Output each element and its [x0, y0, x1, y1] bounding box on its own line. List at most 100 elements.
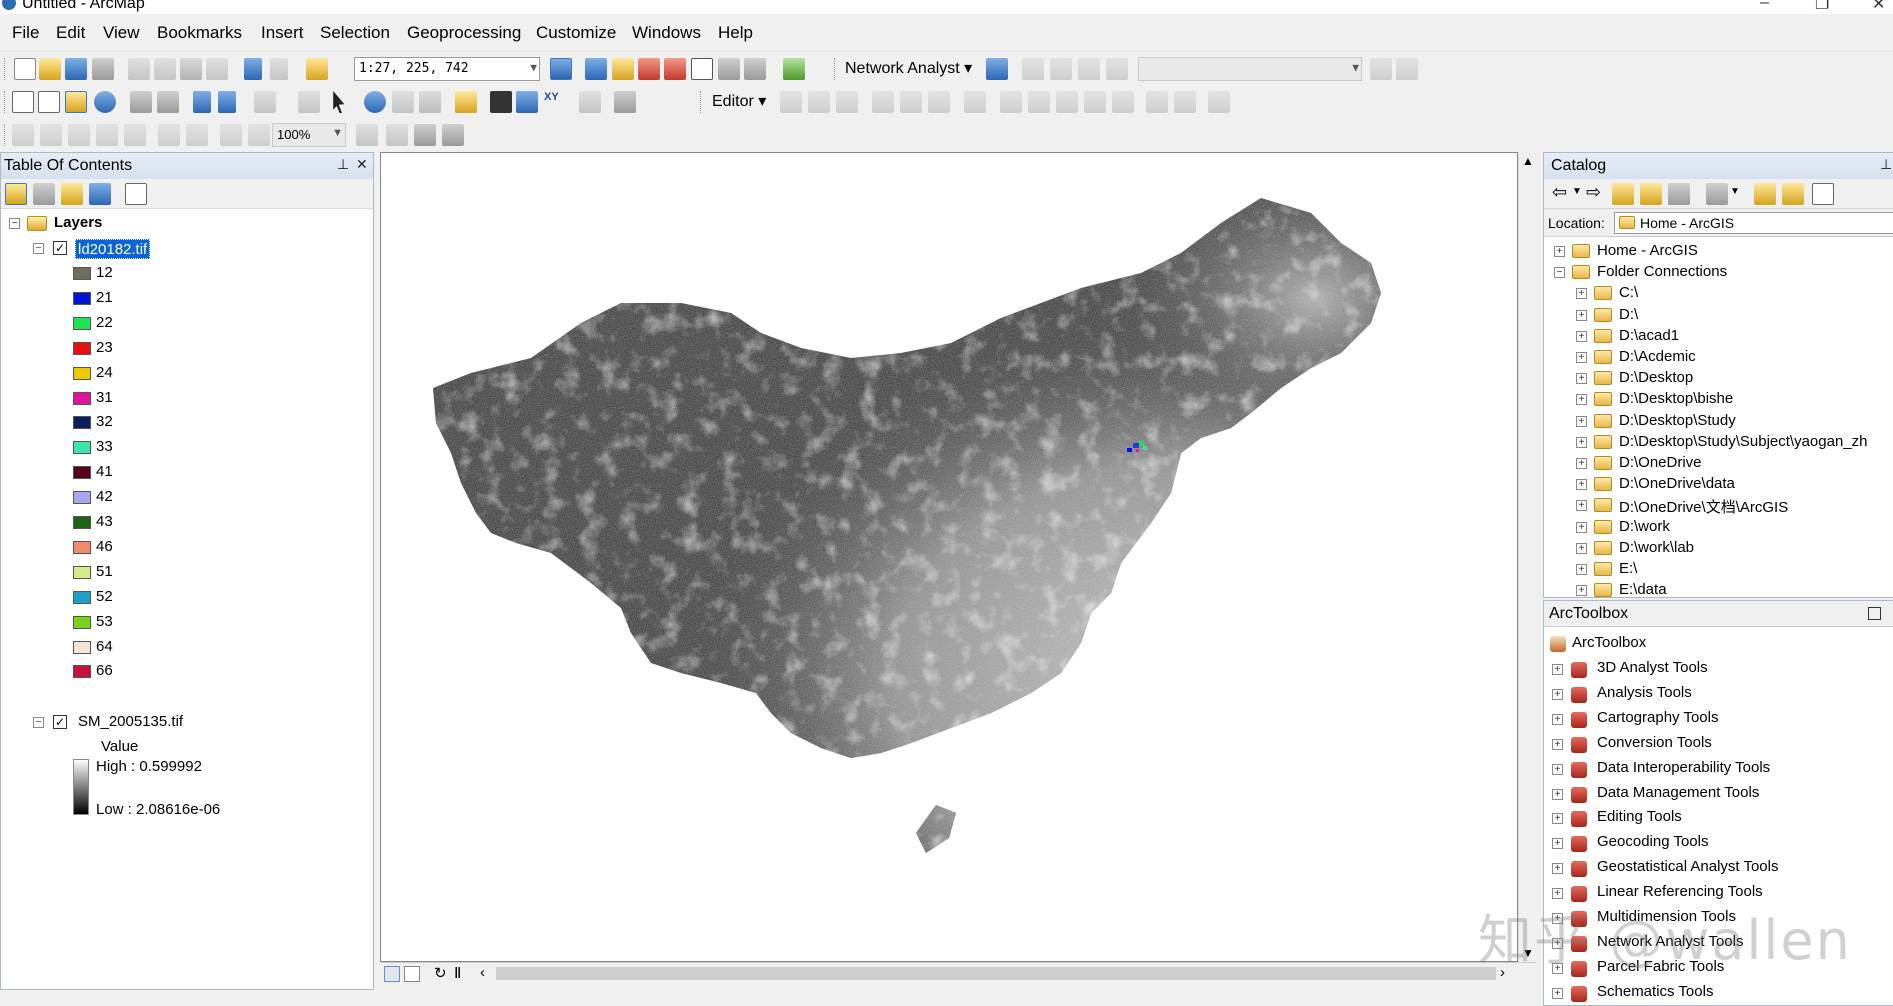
expand-icon[interactable]: +: [1576, 352, 1587, 363]
arctoolbox-root[interactable]: ArcToolbox: [1572, 634, 1646, 654]
legend-swatch[interactable]: [73, 540, 91, 554]
back-extent-icon[interactable]: [193, 91, 211, 113]
select-elements-icon[interactable]: [333, 91, 345, 113]
catalog-item[interactable]: D:\OneDrive: [1619, 454, 1702, 474]
search-window-icon[interactable]: [638, 58, 660, 80]
catalog-item[interactable]: D:\acad1: [1619, 327, 1679, 347]
legend-swatch[interactable]: [73, 615, 91, 629]
pin-icon[interactable]: ⊥: [1880, 156, 1892, 173]
pan-icon[interactable]: [65, 91, 87, 113]
undo-icon[interactable]: [244, 58, 262, 80]
expand-icon[interactable]: +: [1576, 458, 1587, 469]
na-tool-icon[interactable]: [1022, 58, 1044, 80]
na-tool-icon[interactable]: [1078, 58, 1100, 80]
menu-bookmarks[interactable]: Bookmarks: [157, 23, 242, 43]
refresh-icon[interactable]: ↻: [434, 964, 447, 982]
straight-segment-icon[interactable]: [872, 91, 894, 113]
map-scale-combo[interactable]: 1:27, 225, 742 ▼: [354, 57, 540, 81]
legend-swatch[interactable]: [73, 441, 91, 455]
next-extent-icon[interactable]: [248, 124, 270, 146]
list-by-visibility-icon[interactable]: [61, 183, 83, 205]
point-icon[interactable]: [964, 91, 986, 113]
chevron-down-icon[interactable]: ▼: [1572, 186, 1582, 197]
scroll-left-icon[interactable]: ‹: [480, 964, 485, 981]
expand-icon[interactable]: +: [1576, 415, 1587, 427]
expand-icon[interactable]: +: [1552, 813, 1563, 825]
layer-name[interactable]: ld20182.tif: [75, 239, 151, 259]
collapse-icon[interactable]: −: [33, 243, 44, 254]
clear-selection-icon[interactable]: [298, 91, 320, 113]
expand-icon[interactable]: +: [1576, 479, 1587, 491]
layout-zoom-out-icon[interactable]: [40, 124, 62, 146]
toggle-contents-icon[interactable]: [1706, 183, 1728, 205]
options-icon[interactable]: [125, 183, 147, 205]
catalog-item[interactable]: Home - ArcGIS: [1597, 242, 1698, 262]
copy-icon[interactable]: [154, 58, 176, 80]
measure-icon[interactable]: [455, 91, 477, 113]
menu-view[interactable]: View: [103, 23, 140, 43]
edit-annotation-icon[interactable]: [808, 91, 830, 113]
up-one-level-icon[interactable]: [1612, 183, 1634, 205]
change-layout-icon[interactable]: [414, 124, 436, 146]
data-view-icon[interactable]: [384, 966, 400, 982]
cut-polygons-icon[interactable]: [1056, 91, 1078, 113]
scroll-up-icon[interactable]: ▲: [1522, 154, 1534, 168]
legend-swatch[interactable]: [73, 341, 91, 355]
sketch-properties-icon[interactable]: [1174, 91, 1196, 113]
list-by-source-icon[interactable]: [33, 183, 55, 205]
open-icon[interactable]: [39, 58, 61, 80]
delete-icon[interactable]: [206, 58, 228, 80]
toolbox-item[interactable]: 3D Analyst Tools: [1597, 659, 1708, 679]
layout-pan-icon[interactable]: [68, 124, 90, 146]
python-window-icon[interactable]: [691, 58, 713, 80]
expand-icon[interactable]: +: [1552, 838, 1563, 850]
data-driven-pages-icon[interactable]: [442, 124, 464, 146]
edit-tool-icon[interactable]: [780, 91, 802, 113]
toggle-draft-mode-icon[interactable]: [356, 124, 378, 146]
catalog-item[interactable]: D:\work\lab: [1619, 539, 1694, 559]
list-by-drawing-order-icon[interactable]: [5, 183, 27, 205]
full-extent-icon[interactable]: [94, 91, 116, 113]
toolbox-item[interactable]: Editing Tools: [1597, 808, 1682, 828]
trace-icon[interactable]: [928, 91, 950, 113]
expand-icon[interactable]: +: [1576, 436, 1587, 448]
collapse-icon[interactable]: −: [9, 218, 20, 229]
expand-icon[interactable]: +: [1576, 542, 1587, 554]
legend-swatch[interactable]: [73, 491, 91, 505]
focus-data-frame-icon[interactable]: [386, 124, 408, 146]
expand-icon[interactable]: +: [1576, 288, 1587, 300]
layer-visibility-checkbox[interactable]: ✓: [53, 241, 67, 255]
end-point-arc-icon[interactable]: [900, 91, 922, 113]
collapse-icon[interactable]: −: [33, 717, 44, 728]
new-document-icon[interactable]: [14, 58, 36, 80]
collapse-icon[interactable]: −: [1554, 267, 1565, 279]
toolbox-item[interactable]: Geocoding Tools: [1597, 833, 1708, 853]
cut-icon[interactable]: [128, 58, 150, 80]
menu-edit[interactable]: Edit: [56, 23, 85, 43]
find-route-icon[interactable]: [516, 91, 538, 113]
catalog-item[interactable]: D:\Desktop\Study\Subject\yaogan_zh: [1619, 433, 1867, 453]
network-analyst-window-icon[interactable]: [986, 58, 1008, 80]
layer-name[interactable]: SM_2005135.tif: [78, 713, 183, 733]
toolbox-item[interactable]: Conversion Tools: [1597, 734, 1712, 754]
layout-zoom-in-icon[interactable]: [12, 124, 34, 146]
location-input[interactable]: Home - ArcGIS: [1614, 212, 1893, 234]
close-window-button[interactable]: ✕: [1872, 0, 1885, 14]
paste-icon[interactable]: [180, 58, 202, 80]
catalog-item[interactable]: D:\Desktop\bishe: [1619, 390, 1733, 410]
na-tool-icon[interactable]: [1370, 58, 1392, 80]
menu-selection[interactable]: Selection: [320, 23, 390, 43]
layout-view-icon[interactable]: [404, 966, 420, 982]
menu-geoprocessing[interactable]: Geoprocessing: [407, 23, 521, 43]
home-folder-icon[interactable]: [1640, 183, 1662, 205]
expand-icon[interactable]: +: [1576, 373, 1587, 385]
zoom-whole-page-icon[interactable]: [96, 124, 118, 146]
add-data-icon[interactable]: [306, 58, 328, 80]
menu-customize[interactable]: Customize: [536, 23, 616, 43]
back-icon[interactable]: ⇦: [1552, 183, 1570, 205]
time-slider-icon[interactable]: [579, 91, 601, 113]
legend-swatch[interactable]: [73, 291, 91, 305]
catalog-item[interactable]: E:\: [1619, 560, 1637, 580]
map-vertical-scrollbar[interactable]: ▲ ▼: [1518, 152, 1536, 962]
na-tool-icon[interactable]: [1106, 58, 1128, 80]
